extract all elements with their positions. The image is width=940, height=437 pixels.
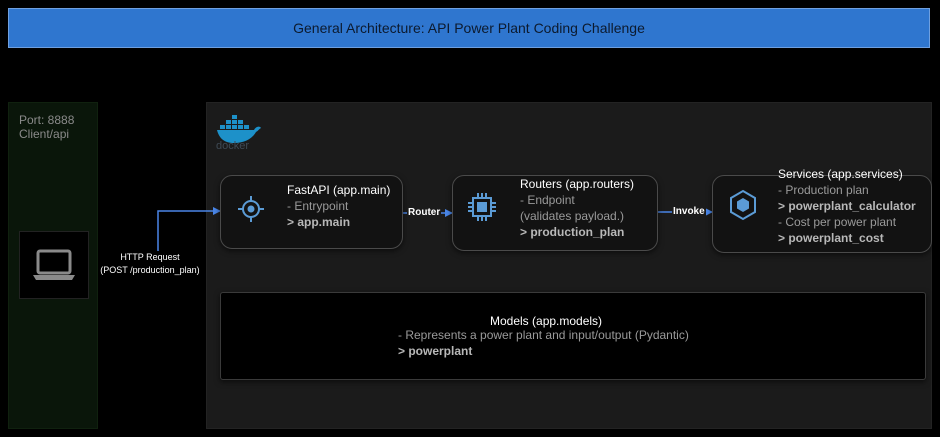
gear-target-icon <box>238 196 264 222</box>
fastapi-text: FastAPI (app.main) - Entrypoint > app.ma… <box>287 182 390 230</box>
models-text: - Represents a power plant and input/out… <box>398 327 689 359</box>
models-line2: > powerplant <box>398 344 473 358</box>
fastapi-title: FastAPI (app.main) <box>287 183 391 197</box>
invoke-edge-label: Invoke <box>672 206 706 218</box>
routers-text: Routers (app.routers) - Endpoint (valida… <box>520 176 634 240</box>
fastapi-line2: > app.main <box>287 215 351 229</box>
routers-line1: - Endpoint <box>520 193 575 207</box>
services-line2: > powerplant_calculator <box>778 199 916 213</box>
http-request-line1: HTTP Request <box>120 252 180 262</box>
cube-icon <box>730 189 756 221</box>
chip-icon <box>468 193 496 221</box>
services-text: Services (app.services) - Production pla… <box>778 166 916 246</box>
routers-line3: > production_plan <box>520 225 625 239</box>
services-line4: > powerplant_cost <box>778 231 884 245</box>
fastapi-line1: - Entrypoint <box>287 199 349 213</box>
services-line1: - Production plan <box>778 183 869 197</box>
models-line1: - Represents a power plant and input/out… <box>398 328 689 342</box>
http-request-label: HTTP Request (POST /production_plan) <box>98 251 202 277</box>
http-request-line2: (POST /production_plan) <box>100 265 200 275</box>
router-edge-label: Router <box>407 207 442 219</box>
services-line3: - Cost per power plant <box>778 215 897 229</box>
routers-title: Routers (app.routers) <box>520 177 635 191</box>
routers-line2: (validates payload.) <box>520 209 625 223</box>
services-title: Services (app.services) <box>778 167 903 181</box>
